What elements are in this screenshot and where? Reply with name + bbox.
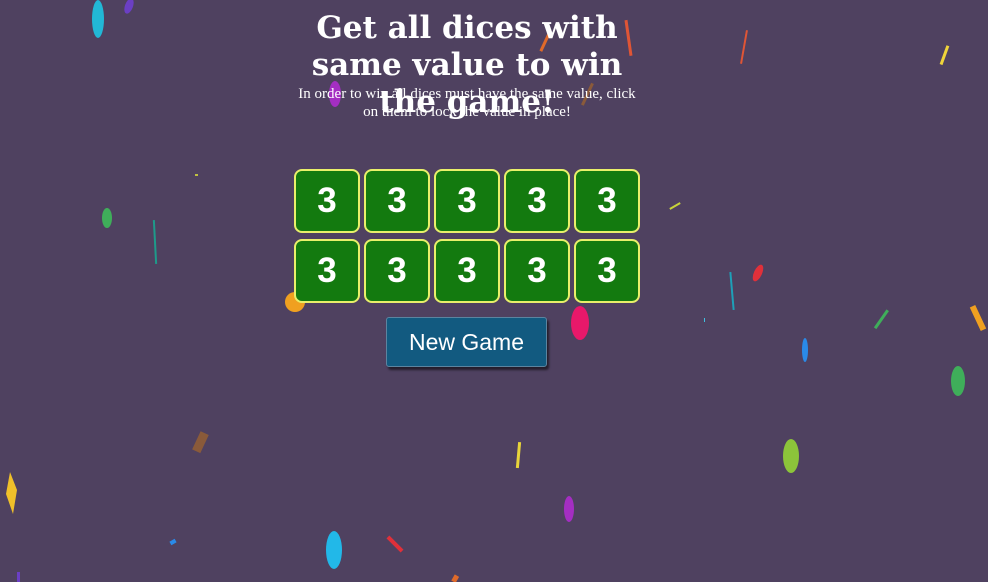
die-10[interactable]: 3: [574, 239, 640, 303]
confetti-piece: [783, 439, 799, 473]
confetti-piece: [92, 0, 104, 38]
die-1[interactable]: 3: [294, 169, 360, 233]
confetti-piece: [729, 271, 735, 311]
confetti-piece: [704, 318, 705, 322]
confetti-piece: [969, 304, 987, 332]
confetti-piece: [192, 431, 209, 454]
game-screen: Get all dices with same value to win the…: [0, 0, 988, 582]
die-9[interactable]: 3: [504, 239, 570, 303]
die-5[interactable]: 3: [574, 169, 640, 233]
confetti-piece: [564, 496, 574, 522]
confetti-piece: [169, 538, 177, 546]
die-4[interactable]: 3: [504, 169, 570, 233]
instructions-text: In order to win all dices must have the …: [298, 86, 636, 120]
confetti-piece: [17, 572, 20, 582]
confetti-piece: [740, 30, 748, 64]
die-7[interactable]: 3: [364, 239, 430, 303]
confetti-piece: [124, 0, 134, 14]
confetti-piece: [6, 472, 17, 514]
confetti-piece: [669, 202, 681, 210]
confetti-piece: [951, 366, 965, 396]
confetti-piece: [326, 531, 342, 569]
die-2[interactable]: 3: [364, 169, 430, 233]
new-game-button[interactable]: New Game: [386, 317, 547, 367]
dice-grid: 3 3 3 3 3 3 3 3 3 3: [294, 169, 644, 305]
confetti-piece: [873, 309, 889, 330]
confetti-piece: [515, 441, 522, 469]
confetti-piece: [802, 338, 808, 362]
confetti-piece: [939, 45, 950, 66]
confetti-piece: [386, 535, 404, 553]
confetti-piece: [102, 208, 112, 228]
confetti-piece: [752, 264, 764, 282]
confetti-piece: [451, 574, 460, 582]
die-8[interactable]: 3: [434, 239, 500, 303]
die-3[interactable]: 3: [434, 169, 500, 233]
confetti-piece: [571, 306, 589, 340]
confetti-piece: [195, 174, 198, 176]
confetti-piece: [152, 219, 158, 265]
die-6[interactable]: 3: [294, 239, 360, 303]
